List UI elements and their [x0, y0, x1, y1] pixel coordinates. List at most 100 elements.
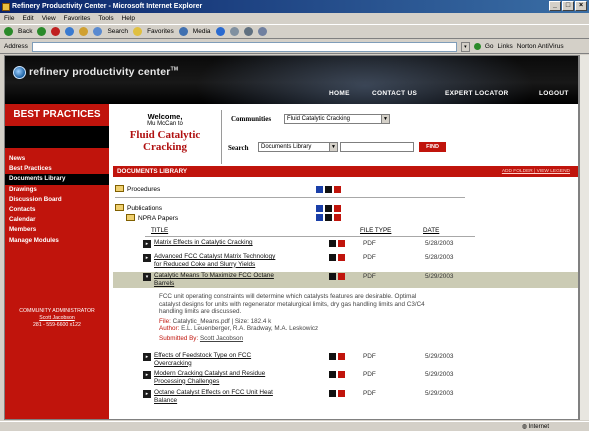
back-button[interactable]: Back — [18, 28, 32, 35]
search-scope-select[interactable]: Documents Library ▼ — [258, 142, 338, 152]
refresh-icon[interactable] — [65, 27, 75, 36]
find-button[interactable]: FIND — [419, 142, 446, 152]
media-button[interactable]: Media — [193, 28, 211, 35]
chevron-down-icon[interactable]: ▼ — [381, 115, 389, 123]
nav-contact-us[interactable]: CONTACT US — [372, 90, 417, 97]
document-link[interactable]: Catalytic Means To Maximize FCC Octane B… — [154, 272, 284, 287]
search-icon[interactable] — [93, 27, 103, 36]
expand-arrow-icon[interactable]: ▸ — [143, 353, 151, 361]
folder-publications[interactable]: Publications — [115, 204, 162, 213]
forward-icon[interactable] — [37, 27, 47, 36]
menu-file[interactable]: File — [4, 13, 14, 24]
folder-procedures[interactable]: Procedures — [115, 185, 160, 194]
delete-icon[interactable] — [334, 205, 341, 212]
column-title[interactable]: TITLE — [151, 227, 168, 234]
edit-icon[interactable] — [329, 353, 336, 360]
expand-arrow-icon[interactable]: ▸ — [143, 240, 151, 248]
folder-npra-papers[interactable]: NPRA Papers — [126, 214, 178, 223]
document-link[interactable]: Octane Catalyst Effects on FCC Unit Heat… — [154, 389, 284, 404]
delete-icon[interactable] — [338, 353, 345, 360]
minimize-button[interactable]: _ — [549, 1, 561, 11]
edit-icon[interactable] — [329, 390, 336, 397]
close-button[interactable]: × — [575, 1, 587, 11]
expand-arrow-icon[interactable]: ▸ — [143, 254, 151, 262]
vertical-scrollbar[interactable] — [579, 55, 589, 420]
add-icon[interactable] — [316, 214, 323, 221]
column-date[interactable]: DATE — [423, 227, 439, 234]
delete-icon[interactable] — [338, 371, 345, 378]
home-icon[interactable] — [79, 27, 89, 36]
document-link[interactable]: Modern Cracking Catalyst and Residue Pro… — [154, 370, 284, 385]
sidebar-item-members[interactable]: Members — [9, 225, 109, 235]
edit-icon[interactable] — [257, 27, 267, 36]
nav-logout[interactable]: LOGOUT — [539, 90, 569, 97]
chevron-down-icon[interactable]: ▼ — [329, 143, 337, 151]
search-input[interactable] — [340, 142, 414, 152]
sidebar-item-documents-library[interactable]: Documents Library — [5, 174, 109, 185]
media-icon[interactable] — [178, 27, 188, 36]
delete-icon[interactable] — [334, 186, 341, 193]
print-icon[interactable] — [243, 27, 253, 36]
menu-tools[interactable]: Tools — [98, 13, 113, 24]
library-links[interactable]: ADD FOLDER | VIEW LEGEND — [502, 166, 570, 177]
address-input[interactable] — [31, 41, 457, 52]
delete-icon[interactable] — [334, 214, 341, 221]
document-row[interactable]: ▸ Modern Cracking Catalyst and Residue P… — [113, 370, 578, 386]
stop-icon[interactable] — [51, 27, 61, 36]
document-link[interactable]: Effects of Feedstock Type on FCC Overcra… — [154, 352, 284, 367]
sidebar-item-best-practices[interactable]: Best Practices — [9, 164, 109, 174]
expand-arrow-icon[interactable]: ▸ — [143, 390, 151, 398]
admin-name-link[interactable]: Scott Jacobson — [5, 315, 109, 322]
delete-icon[interactable] — [338, 240, 345, 247]
menu-favorites[interactable]: Favorites — [64, 13, 91, 24]
column-file-type[interactable]: FILE TYPE — [360, 227, 391, 234]
document-row[interactable]: ▸ Octane Catalyst Effects on FCC Unit He… — [113, 389, 578, 405]
maximize-button[interactable]: □ — [562, 1, 574, 11]
menu-edit[interactable]: Edit — [22, 13, 33, 24]
document-row-selected[interactable]: ▾ Catalytic Means To Maximize FCC Octane… — [113, 272, 578, 288]
communities-select[interactable]: Fluid Catalytic Cracking ▼ — [284, 114, 390, 124]
document-row[interactable]: ▸ Matrix Effects in Catalytic Cracking P… — [113, 239, 578, 249]
sidebar-item-contacts[interactable]: Contacts — [9, 205, 109, 215]
nav-home[interactable]: HOME — [329, 90, 350, 97]
document-row[interactable]: ▸ Effects of Feedstock Type on FCC Overc… — [113, 352, 578, 368]
delete-icon[interactable] — [338, 273, 345, 280]
add-icon[interactable] — [316, 205, 323, 212]
edit-icon[interactable] — [325, 205, 332, 212]
sidebar-item-calendar[interactable]: Calendar — [9, 215, 109, 225]
nav-expert-locator[interactable]: EXPERT LOCATOR — [445, 90, 509, 97]
edit-icon[interactable] — [329, 371, 336, 378]
edit-icon[interactable] — [325, 214, 332, 221]
search-button[interactable]: Search — [107, 28, 128, 35]
sidebar-item-news[interactable]: News — [9, 154, 109, 164]
submitter-link[interactable]: Scott Jacobson — [200, 335, 243, 342]
links-button[interactable]: Links — [498, 43, 513, 50]
favorites-icon[interactable] — [133, 27, 143, 36]
history-icon[interactable] — [215, 27, 225, 36]
edit-icon[interactable] — [329, 254, 336, 261]
sidebar-item-manage-modules[interactable]: Manage Modules — [9, 236, 109, 246]
add-icon[interactable] — [316, 186, 323, 193]
menu-help[interactable]: Help — [122, 13, 135, 24]
menu-view[interactable]: View — [42, 13, 56, 24]
norton-button[interactable]: Norton AntiVirus — [517, 43, 564, 50]
mail-icon[interactable] — [229, 27, 239, 36]
expand-arrow-icon[interactable]: ▸ — [143, 371, 151, 379]
document-row[interactable]: ▸ Advanced FCC Catalyst Matrix Technolog… — [113, 253, 578, 269]
site-logo[interactable]: refinery productivity centerTM — [29, 66, 178, 78]
go-icon[interactable] — [473, 43, 481, 50]
delete-icon[interactable] — [338, 390, 345, 397]
edit-icon[interactable] — [329, 240, 336, 247]
document-link[interactable]: Advanced FCC Catalyst Matrix Technology … — [154, 253, 284, 268]
collapse-arrow-icon[interactable]: ▾ — [143, 273, 151, 281]
document-link[interactable]: Matrix Effects in Catalytic Cracking — [154, 239, 284, 247]
delete-icon[interactable] — [338, 254, 345, 261]
back-icon[interactable] — [4, 27, 13, 36]
sidebar-item-drawings[interactable]: Drawings — [9, 185, 109, 195]
edit-icon[interactable] — [329, 273, 336, 280]
address-dropdown[interactable]: ▾ — [460, 41, 470, 52]
go-button[interactable]: Go — [485, 43, 494, 50]
sidebar-item-discussion-board[interactable]: Discussion Board — [9, 195, 109, 205]
favorites-button[interactable]: Favorites — [147, 28, 174, 35]
edit-icon[interactable] — [325, 186, 332, 193]
